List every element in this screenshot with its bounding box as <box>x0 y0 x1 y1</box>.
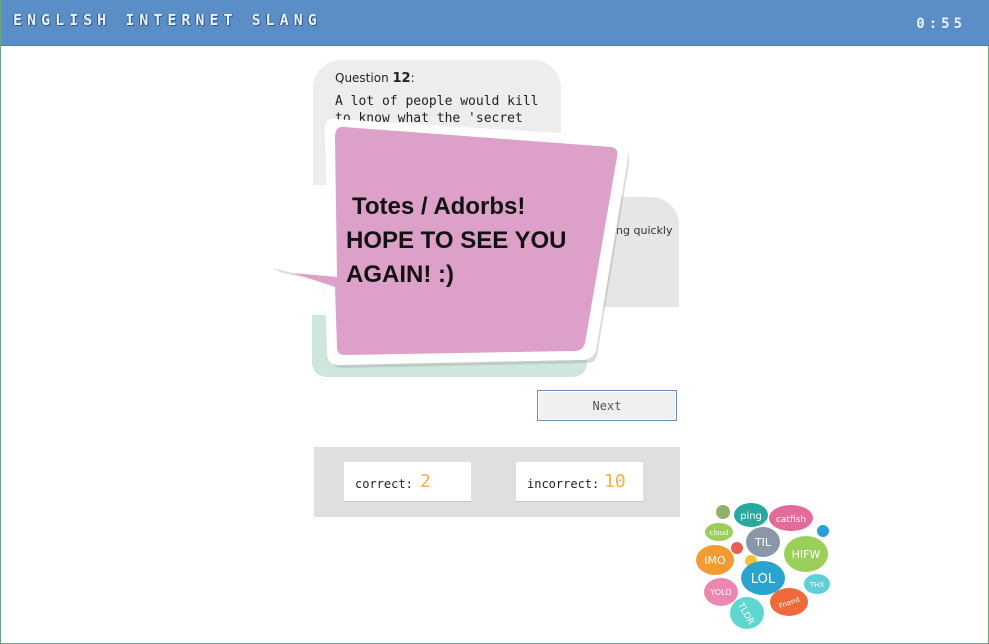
next-button[interactable]: Next <box>537 390 677 421</box>
popup-message: Totes / Adorbs! HOPE TO SEE YOU AGAIN! :… <box>346 190 606 292</box>
score-panel: correct: 2 incorrect: 10 <box>314 447 680 517</box>
cloud-word-text: LOL <box>751 572 776 587</box>
popup-line: HOPE TO SEE YOU <box>346 227 567 254</box>
correct-value: 2 <box>420 471 431 492</box>
cloud-word-text: YOLO <box>709 588 731 597</box>
slang-speech-cloud-illustration: ping catfish cloud TIL IMO HIFW LOL YOLO… <box>696 503 830 629</box>
incorrect-label: incorrect: <box>527 477 600 491</box>
incorrect-value: 10 <box>604 471 626 492</box>
cloud-word-text: THX <box>809 581 825 589</box>
question-number-value: 12 <box>392 71 411 86</box>
cloud-word-text: ping <box>740 511 762 522</box>
cloud-word-text: catfish <box>776 515 806 525</box>
question-label: Question <box>335 71 389 85</box>
cloud-word-text: TIL <box>754 536 772 549</box>
cloud-word-text: IMO <box>704 554 726 567</box>
correct-label: correct: <box>355 477 413 491</box>
question-number: Question 12: <box>335 71 415 86</box>
correct-score-box: correct: 2 <box>344 462 471 502</box>
popup-line: AGAIN! :) <box>346 261 454 288</box>
cloud-word-text: HIFW <box>792 548 821 561</box>
app-title: ENGLISH INTERNET SLANG <box>13 11 322 29</box>
cloud-word-text: cloud <box>710 529 729 537</box>
incorrect-score-box: incorrect: 10 <box>516 462 643 502</box>
header-bar: ENGLISH INTERNET SLANG 0:55 <box>1 0 989 46</box>
question-text-line: A lot of people would kill <box>335 94 539 109</box>
question-suffix: : <box>410 71 415 85</box>
popup-line: Totes / Adorbs! <box>352 193 526 220</box>
countdown-timer: 0:55 <box>916 16 966 32</box>
